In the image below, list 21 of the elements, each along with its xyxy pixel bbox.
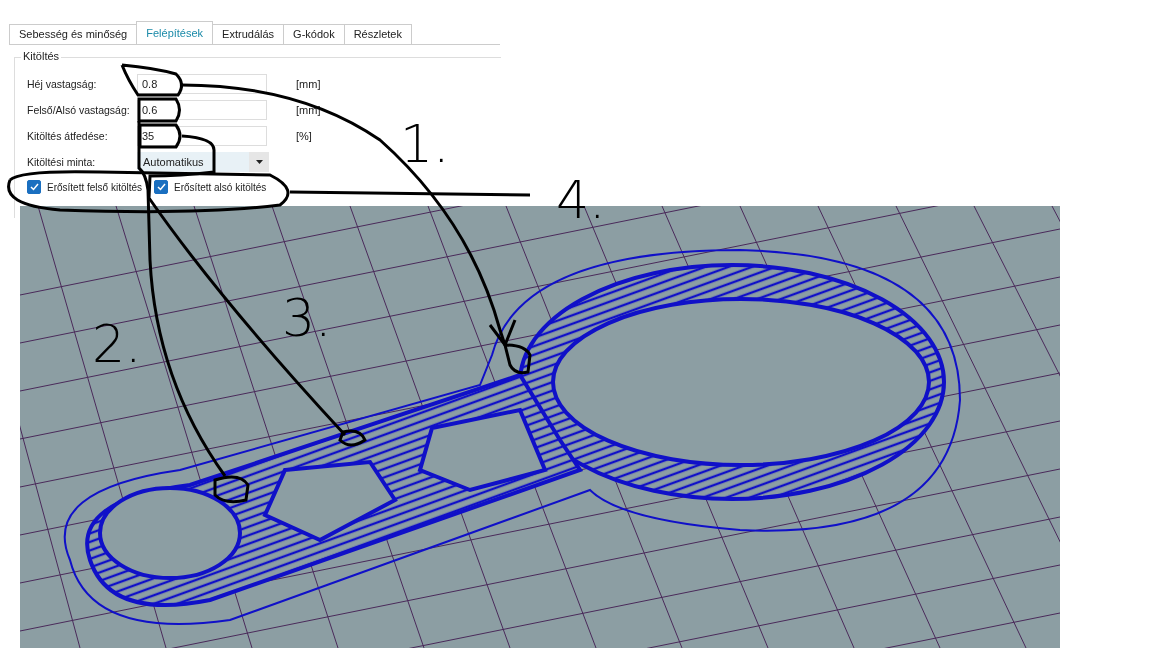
unit-label: [%] (296, 130, 312, 142)
checkbox-label: Erősített alsó kitöltés (174, 181, 267, 193)
unit-label: [mm] (296, 78, 321, 90)
caret-icon (249, 152, 269, 172)
field-label: Felső/Alsó vastagság: (27, 104, 131, 116)
tab[interactable]: Sebesség és minőség (9, 24, 138, 44)
field-label: Kitöltési minta: (27, 156, 97, 168)
checkbox-label: Erősített felső kitöltés (47, 181, 143, 193)
field-label: Héj vastagság: (27, 78, 98, 90)
unit-label: [mm] (296, 104, 321, 116)
dropdown[interactable]: Automatikus (137, 152, 269, 172)
annotation-number: 2. (92, 318, 142, 370)
annotation-number: 1. (400, 118, 450, 170)
checkbox[interactable] (27, 180, 41, 194)
tab[interactable]: Részletek (343, 24, 412, 44)
annotation-number: 4. (556, 174, 606, 226)
group-title: Kitöltés (21, 50, 62, 62)
input-field[interactable]: 0.6 (137, 100, 267, 120)
field-label: Kitöltés átfedése: (27, 130, 109, 142)
checkbox[interactable] (154, 180, 169, 194)
annotation-number: 3. (282, 292, 332, 344)
